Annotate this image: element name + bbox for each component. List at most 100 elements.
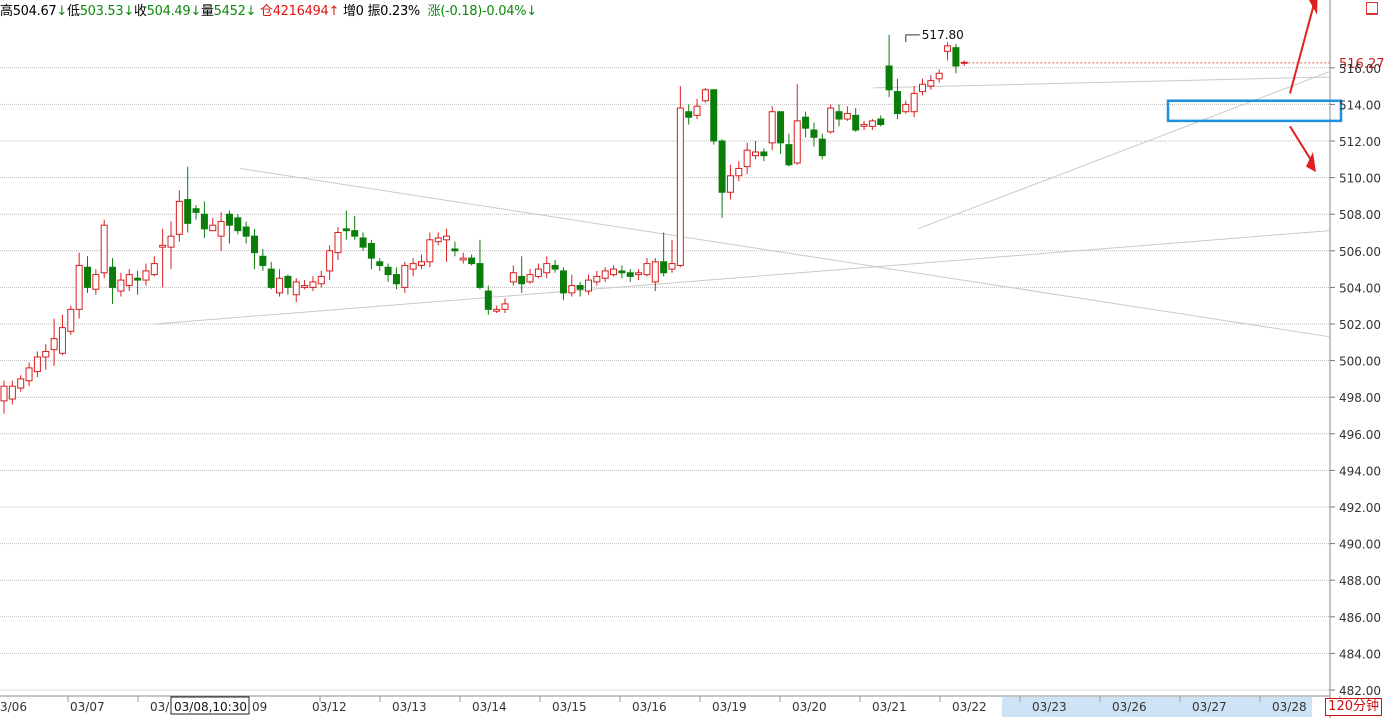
candle-down <box>518 275 526 285</box>
candle-up <box>693 105 701 116</box>
candle-up <box>676 107 684 266</box>
candle-up <box>117 279 125 292</box>
candle-down <box>626 272 634 277</box>
candle-up <box>944 45 952 52</box>
candle-down <box>785 144 793 166</box>
candle-up <box>868 120 876 127</box>
y-tick-label: 510.00 <box>1339 172 1381 186</box>
candle-up <box>42 350 50 358</box>
y-tick-label: 512.00 <box>1339 135 1381 149</box>
candle-up <box>209 224 217 232</box>
x-tick-label: 03/19 <box>712 700 747 714</box>
candle-up <box>434 237 442 243</box>
x-tick-label: 03/16 <box>632 700 667 714</box>
candle-down <box>267 268 275 288</box>
trend-lines <box>154 70 1331 338</box>
candle-down <box>259 255 267 266</box>
candle-up <box>0 385 8 402</box>
peak-label: 517.80 <box>922 28 964 42</box>
candle-up <box>526 274 534 283</box>
x-axis: 3/06 03/07 03/09 03/12 03/13 03/14 03/15 03/16 0… <box>0 696 1341 717</box>
candle-up <box>459 257 467 261</box>
x-tick-label: 03/15 <box>552 700 587 714</box>
candle-up <box>67 308 75 332</box>
candle-down <box>952 47 960 67</box>
y-tick-label: 494.00 <box>1339 464 1381 478</box>
candle-up <box>501 303 509 310</box>
candle-down <box>685 111 693 118</box>
candle-down <box>351 230 359 237</box>
candle-down <box>451 248 459 252</box>
candle-up <box>651 261 659 283</box>
candle-down <box>818 138 826 157</box>
candle-up <box>142 270 150 281</box>
candle-up <box>919 83 926 93</box>
candle-up <box>418 261 425 266</box>
y-tick-label: 484.00 <box>1339 647 1381 661</box>
candle-up <box>309 281 317 288</box>
candle-up <box>935 72 943 80</box>
candle-up <box>960 61 968 64</box>
y-tick-label: 482.00 <box>1339 684 1381 698</box>
x-tick-label: 03/20 <box>792 700 827 714</box>
candle-down <box>109 266 117 288</box>
candle-down <box>359 237 367 248</box>
x-tick-label: 03/22 <box>952 700 987 714</box>
candle-down <box>885 65 893 91</box>
x-tick-label: 3/06 <box>0 700 27 714</box>
candle-down <box>618 270 626 274</box>
y-tick-label: 508.00 <box>1339 208 1381 222</box>
candle-down <box>376 261 384 266</box>
candles <box>0 34 968 414</box>
candle-down <box>384 266 392 276</box>
candle-down <box>559 270 567 294</box>
candle-up <box>493 308 501 312</box>
candle-up <box>150 263 158 276</box>
candle-up <box>175 200 183 235</box>
candle-up <box>610 268 618 276</box>
trendline-rising <box>917 70 1331 230</box>
candle-down <box>84 266 91 288</box>
y-tick-label: 488.00 <box>1339 574 1381 588</box>
candle-up <box>125 274 133 287</box>
candle-up <box>8 385 16 400</box>
x-tick-label: 03/28 <box>1272 700 1307 714</box>
y-tick-label: 502.00 <box>1339 318 1381 332</box>
arrow-up-head <box>1308 0 1318 15</box>
candle-up <box>827 107 835 133</box>
candle-up <box>33 356 41 373</box>
arrow-up-shaft <box>1289 0 1317 94</box>
x-tick-label: 09 <box>252 700 267 714</box>
arrow-up-icon <box>1289 0 1318 94</box>
candle-down <box>367 242 375 259</box>
candle-down <box>777 111 785 144</box>
candle-up <box>301 285 309 288</box>
peak-marker-line <box>905 34 920 43</box>
candle-down <box>551 264 559 270</box>
y-tick-label: 504.00 <box>1339 281 1381 295</box>
candle-down <box>810 129 818 138</box>
candle-down <box>184 199 192 224</box>
candle-up <box>726 175 734 193</box>
candle-up <box>159 244 167 248</box>
period-selector[interactable]: 120分钟 <box>1325 698 1382 716</box>
candle-down <box>476 263 484 288</box>
candle-up <box>326 250 334 272</box>
cursor-label: 03/08,10:30 <box>174 700 247 714</box>
candle-up <box>75 264 83 310</box>
y-axis: 482.00 484.00 486.00 488.00 490.00 492.00 494.… <box>1330 62 1381 698</box>
candle-up <box>743 149 751 168</box>
candle-down <box>468 257 476 265</box>
candlestick-chart[interactable]: 517.80516.27 482.00 484.00 486.00 488.00 490… <box>0 0 1384 718</box>
candle-up <box>843 113 851 120</box>
candle-down <box>660 261 668 274</box>
candle-down <box>242 226 250 237</box>
candle-up <box>276 277 284 294</box>
candle-up <box>401 264 409 288</box>
x-tick-label: 03/13 <box>392 700 427 714</box>
arrow-down-icon <box>1289 125 1316 173</box>
candle-up <box>92 274 100 290</box>
candle-down <box>134 277 142 281</box>
candle-up <box>793 120 801 164</box>
highlight-box <box>1166 99 1343 123</box>
